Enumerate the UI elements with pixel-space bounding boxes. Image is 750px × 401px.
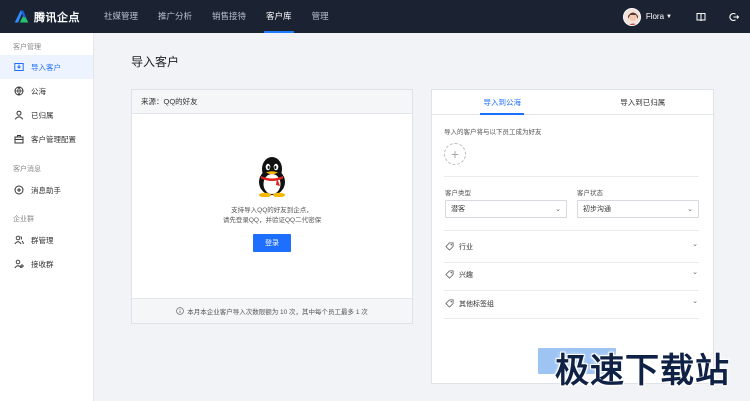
- top-bar: 腾讯企点 社媒管理 推广分析 销售接待 客户库 管理 Flora ▼: [0, 0, 750, 33]
- nav-item-admin[interactable]: 管理: [302, 0, 339, 33]
- globe-icon: [14, 86, 24, 96]
- avatar[interactable]: [622, 7, 641, 26]
- qq-penguin-icon: [259, 157, 285, 197]
- chevron-down-icon: ⌄: [555, 206, 561, 213]
- customer-status-value: 初步沟通: [583, 206, 611, 213]
- friend-hint: 导入的客户将与以下员工成为好友: [444, 129, 542, 136]
- sidebar-item-label: 公海: [31, 86, 46, 96]
- page-title: 导入客户: [131, 55, 180, 69]
- tab-import-public-sea[interactable]: 导入到公海: [432, 90, 573, 115]
- sidebar-group-customer-management: 客户管理: [13, 44, 41, 51]
- qq-login-button[interactable]: 登录: [253, 234, 291, 252]
- nav-item-sales[interactable]: 销售接待: [202, 0, 256, 33]
- divider: [444, 318, 699, 319]
- briefcase-icon: [14, 134, 24, 144]
- sidebar-item-import[interactable]: 导入客户: [0, 55, 93, 79]
- tag-icon: [445, 299, 454, 308]
- chevron-down-icon: ⌄: [692, 298, 698, 305]
- chevron-down-icon[interactable]: ▼: [666, 14, 672, 20]
- divider: [444, 262, 699, 263]
- main-nav: 社媒管理 推广分析 销售接待 客户库 管理: [94, 0, 339, 33]
- sidebar-group-enterprise-groups: 企业群: [13, 216, 34, 223]
- brand[interactable]: 腾讯企点: [0, 0, 94, 33]
- user-icon: [14, 110, 24, 120]
- add-employee-button[interactable]: +: [444, 143, 466, 165]
- sidebar-item-public-sea[interactable]: 公海: [0, 79, 93, 103]
- user-add-icon: [14, 259, 24, 269]
- qq-login-panel: 支持导入QQ的好友到企点， 请先登录QQ，并验证QQ二代密保 登录: [132, 155, 412, 252]
- tag-group-label: 行业: [459, 243, 473, 251]
- sidebar-item-message-assistant[interactable]: 消息助手: [0, 178, 93, 202]
- plus-circle-icon: [14, 185, 24, 195]
- sidebar-item-label: 已归属: [31, 110, 54, 120]
- tag-group-label: 其他标签组: [459, 300, 494, 308]
- chevron-down-icon: ⌄: [692, 241, 698, 248]
- logout-icon[interactable]: [717, 0, 750, 33]
- brand-name: 腾讯企点: [34, 11, 80, 24]
- users-icon: [14, 235, 24, 245]
- customer-type-value: 潜客: [451, 206, 465, 213]
- import-icon: [14, 62, 24, 72]
- quota-notice-text: 本月本企业客户导入次数限额为 10 次，其中每个员工最多 1 次: [187, 309, 368, 316]
- sidebar-item-label: 导入客户: [31, 62, 61, 72]
- sidebar-group-messages: 客户消息: [13, 166, 41, 173]
- info-icon: [176, 307, 185, 315]
- sidebar-item-group-management[interactable]: 群管理: [0, 228, 93, 252]
- tag-icon: [445, 270, 454, 279]
- book-icon[interactable]: [684, 0, 717, 33]
- sidebar-item-label: 消息助手: [31, 185, 61, 195]
- import-target-tabs: 导入到公海 导入到已归属: [432, 90, 713, 115]
- sidebar-item-label: 接收群: [31, 259, 54, 269]
- nav-item-promotion[interactable]: 推广分析: [148, 0, 202, 33]
- top-right-controls: Flora ▼: [622, 0, 750, 33]
- tag-icon: [445, 242, 454, 251]
- customer-status-select[interactable]: 初步沟通 ⌄: [577, 200, 699, 218]
- qq-instructions: 支持导入QQ的好友到企点， 请先登录QQ，并验证QQ二代密保: [223, 206, 321, 226]
- sidebar-item-label: 群管理: [31, 235, 54, 245]
- divider: [444, 176, 699, 177]
- customer-type-label: 客户类型: [445, 190, 471, 197]
- chevron-down-icon: ⌄: [687, 206, 693, 213]
- nav-item-customers[interactable]: 客户库: [256, 0, 302, 33]
- qq-instruction-line-1: 支持导入QQ的好友到企点，: [231, 207, 313, 214]
- divider: [444, 230, 699, 231]
- user-name[interactable]: Flora: [646, 12, 664, 21]
- sidebar-item-label: 客户管理配置: [31, 134, 76, 144]
- sidebar-item-assigned[interactable]: 已归属: [0, 103, 93, 127]
- tab-import-assigned[interactable]: 导入到已归属: [573, 90, 714, 114]
- nav-item-social[interactable]: 社媒管理: [94, 0, 148, 33]
- watermark: 极速下载站: [555, 351, 730, 391]
- tag-group-industry[interactable]: 行业 ⌄: [445, 239, 698, 254]
- tag-group-other[interactable]: 其他标签组 ⌄: [445, 296, 698, 311]
- tag-group-interest[interactable]: 兴趣 ⌄: [445, 267, 698, 282]
- customer-status-label: 客户状态: [577, 190, 603, 197]
- divider: [444, 290, 699, 291]
- brand-logo-icon: [14, 10, 29, 23]
- sidebar-item-receive-groups[interactable]: 接收群: [0, 252, 93, 276]
- sidebar: 客户管理 导入客户 公海 已归属 客户管理配置 客户消息 消息助手 企业群 群管…: [0, 33, 94, 401]
- source-header: 来源：QQ的好友: [132, 90, 412, 114]
- customer-type-select[interactable]: 潜客 ⌄: [445, 200, 567, 218]
- qq-instruction-line-2: 请先登录QQ，并验证QQ二代密保: [222, 217, 322, 224]
- avatar-image-icon: [623, 8, 640, 25]
- tag-group-label: 兴趣: [459, 271, 473, 279]
- chevron-down-icon: ⌄: [692, 269, 698, 276]
- qq-import-card: 来源：QQ的好友 支持导入QQ的好友到企点， 请先登录QQ，并验证QQ二代密保 …: [131, 89, 413, 324]
- sidebar-item-config[interactable]: 客户管理配置: [0, 127, 93, 151]
- quota-notice: 本月本企业客户导入次数限额为 10 次，其中每个员工最多 1 次: [132, 298, 412, 323]
